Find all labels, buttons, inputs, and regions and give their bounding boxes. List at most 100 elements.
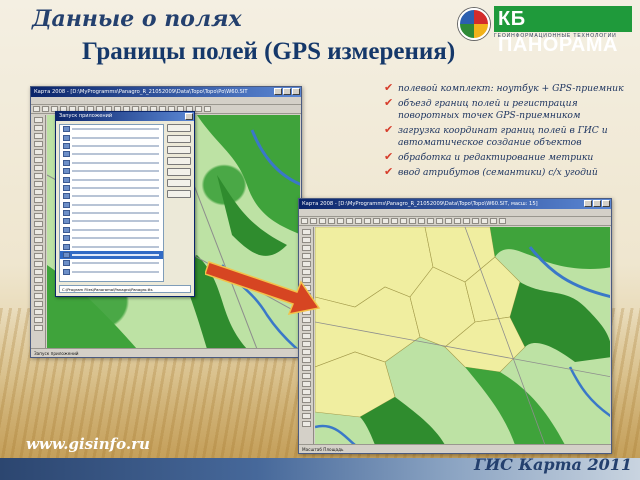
dialog-button[interactable] [167,135,191,143]
tool-button[interactable] [490,218,497,224]
close-button[interactable] [602,200,610,207]
tool-button[interactable] [328,218,335,224]
list-item[interactable] [60,150,163,158]
tool-button[interactable] [34,141,43,147]
list-item[interactable] [60,159,163,167]
list-item[interactable] [60,142,163,150]
tool-button[interactable] [302,421,311,427]
tool-button[interactable] [34,125,43,131]
tool-button[interactable] [34,309,43,315]
tool-button[interactable] [382,218,389,224]
list-item[interactable] [60,167,163,175]
tool-button[interactable] [302,349,311,355]
list-item[interactable] [60,242,163,250]
tool-button[interactable] [34,317,43,323]
window-titlebar[interactable]: Карта 2008 - [D:\MyProgramms\Panagro_R_2… [299,199,611,209]
tool-button[interactable] [302,381,311,387]
tool-button[interactable] [301,218,308,224]
tool-button[interactable] [302,373,311,379]
tool-button[interactable] [34,301,43,307]
footer-url[interactable]: www.gisinfo.ru [26,435,150,453]
tool-button[interactable] [355,218,362,224]
app-list[interactable] [59,124,164,282]
tool-button[interactable] [34,165,43,171]
window-titlebar[interactable]: Карта 2008 - [D:\MyProgramms\Panagro_R_2… [31,87,301,97]
tool-button[interactable] [400,218,407,224]
tool-button[interactable] [34,117,43,123]
dialog-button[interactable] [167,179,191,187]
tool-button[interactable] [33,106,40,112]
tool-button[interactable] [346,218,353,224]
tool-button[interactable] [310,218,317,224]
map-view[interactable] [315,227,610,444]
tool-button[interactable] [195,106,202,112]
tool-button[interactable] [302,397,311,403]
tool-button[interactable] [364,218,371,224]
maximize-button[interactable] [283,88,291,95]
list-item[interactable] [60,226,163,234]
tool-button[interactable] [302,325,311,331]
tool-button[interactable] [454,218,461,224]
list-item[interactable] [60,217,163,225]
tool-button[interactable] [34,285,43,291]
list-item[interactable] [60,201,163,209]
list-item[interactable] [60,175,163,183]
menu-bar[interactable] [31,97,301,105]
tool-button[interactable] [463,218,470,224]
tool-button[interactable] [499,218,506,224]
tool-button[interactable] [34,325,43,331]
tool-button[interactable] [418,218,425,224]
list-item[interactable] [60,209,163,217]
tool-button[interactable] [34,293,43,299]
list-item[interactable] [60,259,163,267]
list-item[interactable] [60,268,163,276]
tool-button[interactable] [34,261,43,267]
maximize-button[interactable] [593,200,601,207]
list-item-selected[interactable] [60,250,163,260]
tool-button[interactable] [34,149,43,155]
menu-bar[interactable] [299,209,611,217]
tool-button[interactable] [34,269,43,275]
dialog-button[interactable] [167,190,191,198]
minimize-button[interactable] [584,200,592,207]
tool-button[interactable] [319,218,326,224]
list-item[interactable] [60,234,163,242]
list-item[interactable] [60,184,163,192]
tool-button[interactable] [302,357,311,363]
dialog-button[interactable] [167,124,191,132]
tool-button[interactable] [427,218,434,224]
tool-button[interactable] [34,157,43,163]
tool-button[interactable] [302,341,311,347]
tool-button[interactable] [302,389,311,395]
tool-button[interactable] [436,218,443,224]
tool-button[interactable] [481,218,488,224]
tool-button[interactable] [34,173,43,179]
tool-button[interactable] [34,229,43,235]
close-button[interactable] [292,88,300,95]
dialog-close-button[interactable] [185,113,193,120]
tool-button[interactable] [34,213,43,219]
tool-button[interactable] [445,218,452,224]
tool-button[interactable] [34,277,43,283]
dialog-button[interactable] [167,157,191,165]
tool-button[interactable] [302,229,311,235]
tool-button[interactable] [34,253,43,259]
tool-button[interactable] [204,106,211,112]
tool-button[interactable] [34,205,43,211]
tool-button[interactable] [34,189,43,195]
dialog-titlebar[interactable]: Запуск приложений [56,112,194,121]
dialog-button[interactable] [167,146,191,154]
tool-button[interactable] [302,365,311,371]
minimize-button[interactable] [274,88,282,95]
tool-button[interactable] [34,197,43,203]
map-window-right[interactable]: Карта 2008 - [D:\MyProgramms\Panagro_R_2… [298,198,612,454]
launch-dialog[interactable]: Запуск приложений C:\Program Files\Panor… [55,111,195,297]
list-item[interactable] [60,125,163,133]
tool-button[interactable] [34,133,43,139]
tool-button[interactable] [34,237,43,243]
tool-button[interactable] [42,106,49,112]
tool-button[interactable] [409,218,416,224]
file-path-field[interactable]: C:\Program Files\Panorama\Panagro\Panagr… [59,285,191,293]
tool-button[interactable] [34,221,43,227]
tool-button[interactable] [302,237,311,243]
